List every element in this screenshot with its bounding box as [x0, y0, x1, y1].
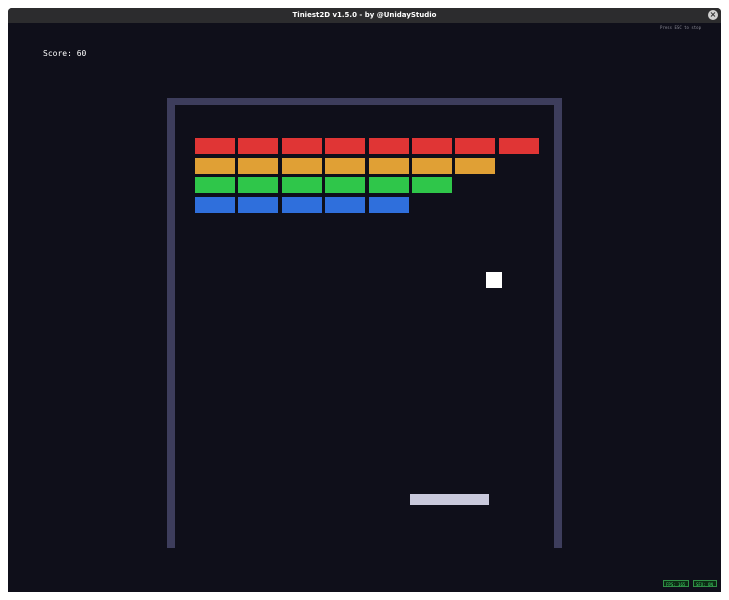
brick	[281, 196, 322, 213]
brick	[368, 196, 409, 213]
brick	[325, 177, 366, 193]
ball	[486, 272, 502, 288]
game-window: Tiniest2D v1.5.0 - by @UnidayStudio × Pr…	[8, 8, 721, 592]
score-display: Score: 60	[43, 49, 87, 58]
wall-top	[167, 98, 562, 105]
brick	[281, 177, 322, 193]
brick	[412, 157, 452, 174]
brick	[325, 138, 366, 154]
esc-hint: Press ESC to stop	[660, 25, 701, 30]
brick	[368, 157, 409, 174]
brick	[281, 157, 322, 174]
brick	[368, 177, 409, 193]
brick	[368, 138, 409, 154]
sfx-badge[interactable]: SFX: ON	[693, 580, 717, 587]
brick	[412, 138, 452, 154]
brick	[195, 196, 235, 213]
brick	[238, 177, 279, 193]
window-title: Tiniest2D v1.5.0 - by @UnidayStudio	[292, 11, 437, 19]
brick	[325, 157, 366, 174]
brick	[325, 196, 366, 213]
brick	[498, 138, 539, 154]
game-canvas[interactable]: Press ESC to stop Score: 60 FPS: 165 SFX…	[8, 23, 721, 592]
brick	[238, 157, 279, 174]
brick	[412, 177, 452, 193]
wall-right	[554, 98, 562, 548]
brick	[195, 157, 235, 174]
brick	[238, 138, 279, 154]
close-button[interactable]: ×	[708, 10, 718, 20]
brick	[195, 138, 235, 154]
wall-left	[167, 98, 175, 548]
title-bar[interactable]: Tiniest2D v1.5.0 - by @UnidayStudio ×	[8, 8, 721, 23]
brick	[455, 138, 496, 154]
brick	[238, 196, 279, 213]
paddle[interactable]	[410, 494, 489, 505]
brick	[455, 157, 496, 174]
brick	[195, 177, 235, 193]
brick	[281, 138, 322, 154]
fps-badge: FPS: 165	[663, 580, 689, 587]
